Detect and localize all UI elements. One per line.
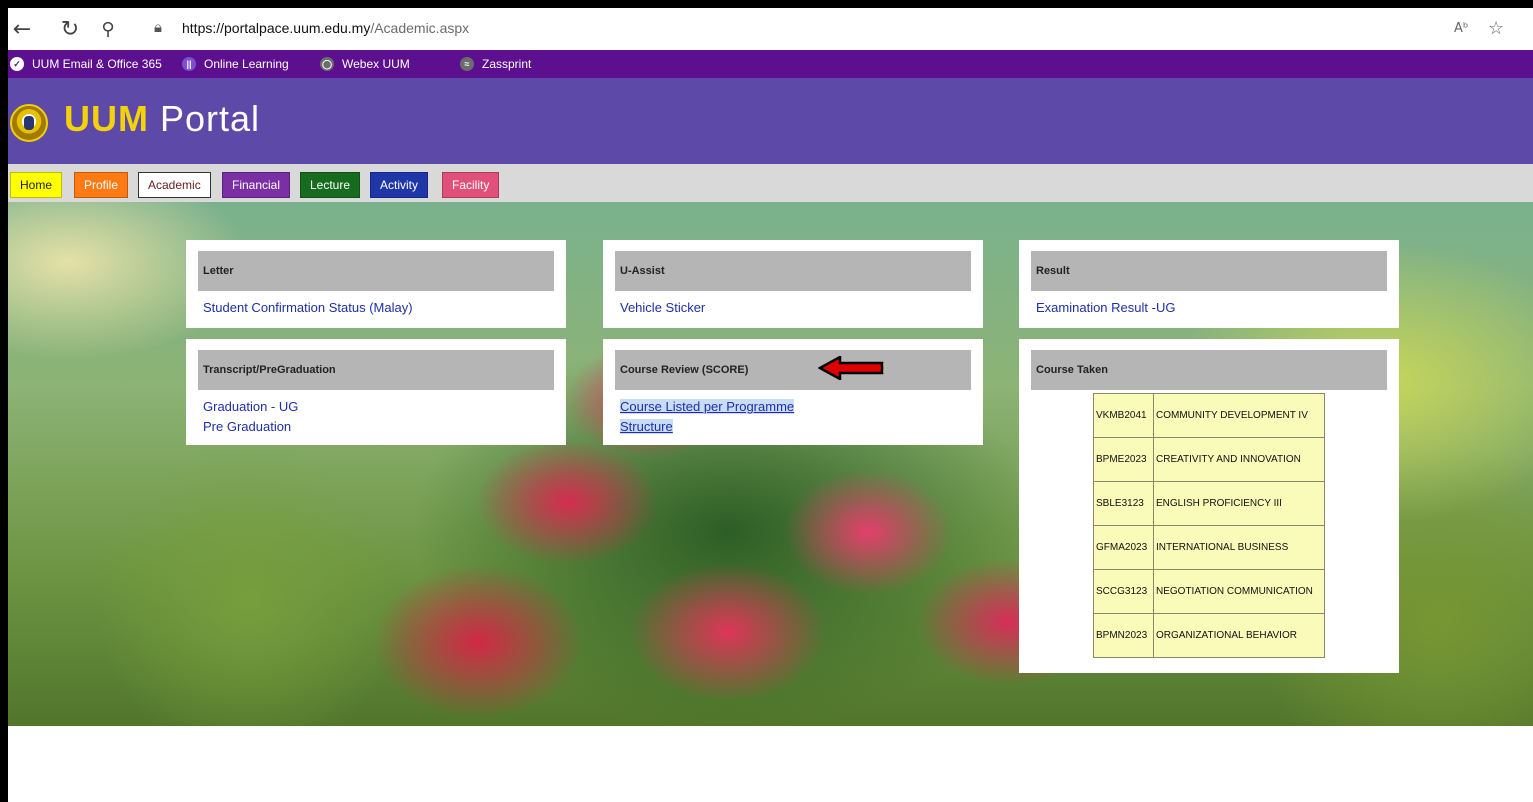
panel-title: Result <box>1031 251 1387 291</box>
menu-facility[interactable]: Facility <box>442 172 500 198</box>
menu-lecture[interactable]: Lecture <box>300 172 361 198</box>
course-review-panel: Course Review (SCORE) Course Listed per … <box>603 339 983 445</box>
search-icon[interactable]: ⚲ <box>96 18 120 42</box>
bookmark-zassprint[interactable]: ≈ Zassprint <box>460 56 531 72</box>
vehicle-sticker-link[interactable]: Vehicle Sticker <box>620 298 971 318</box>
result-panel: Result Examination Result -UG <box>1019 240 1399 328</box>
menu-profile[interactable]: Profile <box>74 172 129 198</box>
panel-body: Student Confirmation Status (Malay) <box>203 298 554 318</box>
letter-panel: Letter Student Confirmation Status (Mala… <box>186 240 566 328</box>
url-domain: https://portalpace.uum.edu.my <box>182 20 371 36</box>
bookmark-label: Online Learning <box>204 57 289 71</box>
favorite-star-icon[interactable]: ☆ <box>1488 18 1504 39</box>
course-title-cell: ORGANIZATIONAL BEHAVIOR <box>1153 613 1325 658</box>
bookmarks-bar: ✓ UUM Email & Office 365 || Online Learn… <box>8 50 1533 78</box>
main-menu: Home Profile Academic Financial Lecture … <box>8 164 1533 202</box>
logo-portal: Portal <box>160 98 261 139</box>
course-title-cell: ENGLISH PROFICIENCY III <box>1153 481 1325 526</box>
course-title-cell: INTERNATIONAL BUSINESS <box>1153 525 1325 570</box>
portal-header: UUM Portal <box>8 78 1533 164</box>
zassprint-icon: ≈ <box>460 57 474 71</box>
panel-title: U-Assist <box>615 251 971 291</box>
course-taken-table: VKMB2041 COMMUNITY DEVELOPMENT IV BPME2023… <box>1093 393 1325 658</box>
online-learning-icon: || <box>182 57 196 71</box>
read-aloud-icon[interactable]: Aᵇ <box>1454 21 1468 36</box>
table-row: BPMN2023 ORGANIZATIONAL BEHAVIOR <box>1093 613 1325 658</box>
course-code-cell: GFMA2023 <box>1093 525 1154 570</box>
bookmark-webex[interactable]: ◯ Webex UUM <box>320 56 410 72</box>
back-icon[interactable]: ← <box>10 18 34 42</box>
panel-body: Vehicle Sticker <box>620 298 971 318</box>
portal-logo[interactable]: UUM Portal <box>64 98 260 140</box>
bookmark-label: UUM Email & Office 365 <box>32 57 162 71</box>
table-row: SBLE3123 ENGLISH PROFICIENCY III <box>1093 481 1325 526</box>
lock-icon[interactable]: 🔒︎ <box>154 18 162 36</box>
course-code-cell: VKMB2041 <box>1093 393 1154 438</box>
panel-title: Course Taken <box>1031 350 1387 390</box>
course-code-cell: BPMN2023 <box>1093 613 1154 658</box>
table-row: GFMA2023 INTERNATIONAL BUSINESS <box>1093 525 1325 570</box>
panel-body: Examination Result -UG <box>1036 298 1387 318</box>
panel-body: Course Listed per Programme Structure <box>620 397 971 437</box>
panel-body: Graduation - UG Pre Graduation <box>203 397 554 437</box>
bookmark-uum-email[interactable]: ✓ UUM Email & Office 365 <box>10 56 162 72</box>
course-listed-link-line1: Course Listed per Programme <box>620 399 795 414</box>
course-title-cell: CREATIVITY AND INNOVATION <box>1153 437 1325 482</box>
panel-title: Letter <box>198 251 554 291</box>
course-title-cell: COMMUNITY DEVELOPMENT IV <box>1153 393 1325 438</box>
course-title-cell: NEGOTIATION COMMUNICATION <box>1153 569 1325 614</box>
examination-result-link[interactable]: Examination Result -UG <box>1036 298 1387 318</box>
address-bar[interactable]: 🔒︎ https://portalpace.uum.edu.my/Academi… <box>148 16 1448 42</box>
webex-icon: ◯ <box>320 57 334 71</box>
graduation-ug-link[interactable]: Graduation - UG <box>203 397 554 417</box>
annotation-arrow-icon <box>818 356 884 380</box>
u-assist-panel: U-Assist Vehicle Sticker <box>603 240 983 328</box>
course-code-cell: SBLE3123 <box>1093 481 1154 526</box>
panel-title: Transcript/PreGraduation <box>198 350 554 390</box>
table-row: SCCG3123 NEGOTIATION COMMUNICATION <box>1093 569 1325 614</box>
url-text[interactable]: https://portalpace.uum.edu.my/Academic.a… <box>182 20 469 36</box>
table-row: BPME2023 CREATIVITY AND INNOVATION <box>1093 437 1325 482</box>
transcript-panel: Transcript/PreGraduation Graduation - UG… <box>186 339 566 445</box>
menu-activity[interactable]: Activity <box>370 172 429 198</box>
browser-toolbar: ← ↻ ⚲ 🔒︎ https://portalpace.uum.edu.my/A… <box>8 8 1533 50</box>
course-listed-link[interactable]: Course Listed per Programme Structure <box>620 399 795 434</box>
panel-title: Course Review (SCORE) <box>615 350 971 390</box>
menu-home[interactable]: Home <box>10 172 63 198</box>
course-code-cell: BPME2023 <box>1093 437 1154 482</box>
logo-uum: UUM <box>64 98 149 139</box>
student-confirmation-link[interactable]: Student Confirmation Status (Malay) <box>203 298 554 318</box>
email-icon: ✓ <box>10 57 24 71</box>
menu-financial[interactable]: Financial <box>222 172 291 198</box>
table-row: VKMB2041 COMMUNITY DEVELOPMENT IV <box>1093 393 1325 438</box>
course-code-cell: SCCG3123 <box>1093 569 1154 614</box>
refresh-icon[interactable]: ↻ <box>58 18 82 42</box>
pre-graduation-link[interactable]: Pre Graduation <box>203 417 554 437</box>
bookmark-label: Zassprint <box>482 57 532 71</box>
url-path: /Academic.aspx <box>370 20 470 36</box>
browser-window: ← ↻ ⚲ 🔒︎ https://portalpace.uum.edu.my/A… <box>8 8 1533 802</box>
bookmark-label: Webex UUM <box>342 57 410 71</box>
uum-emblem-icon <box>10 104 48 142</box>
course-taken-panel: Course Taken VKMB2041 COMMUNITY DEVELOPME… <box>1019 339 1399 673</box>
menu-academic[interactable]: Academic <box>138 172 211 198</box>
bookmark-online-learning[interactable]: || Online Learning <box>182 56 289 72</box>
course-listed-link-line2: Structure <box>620 419 673 434</box>
